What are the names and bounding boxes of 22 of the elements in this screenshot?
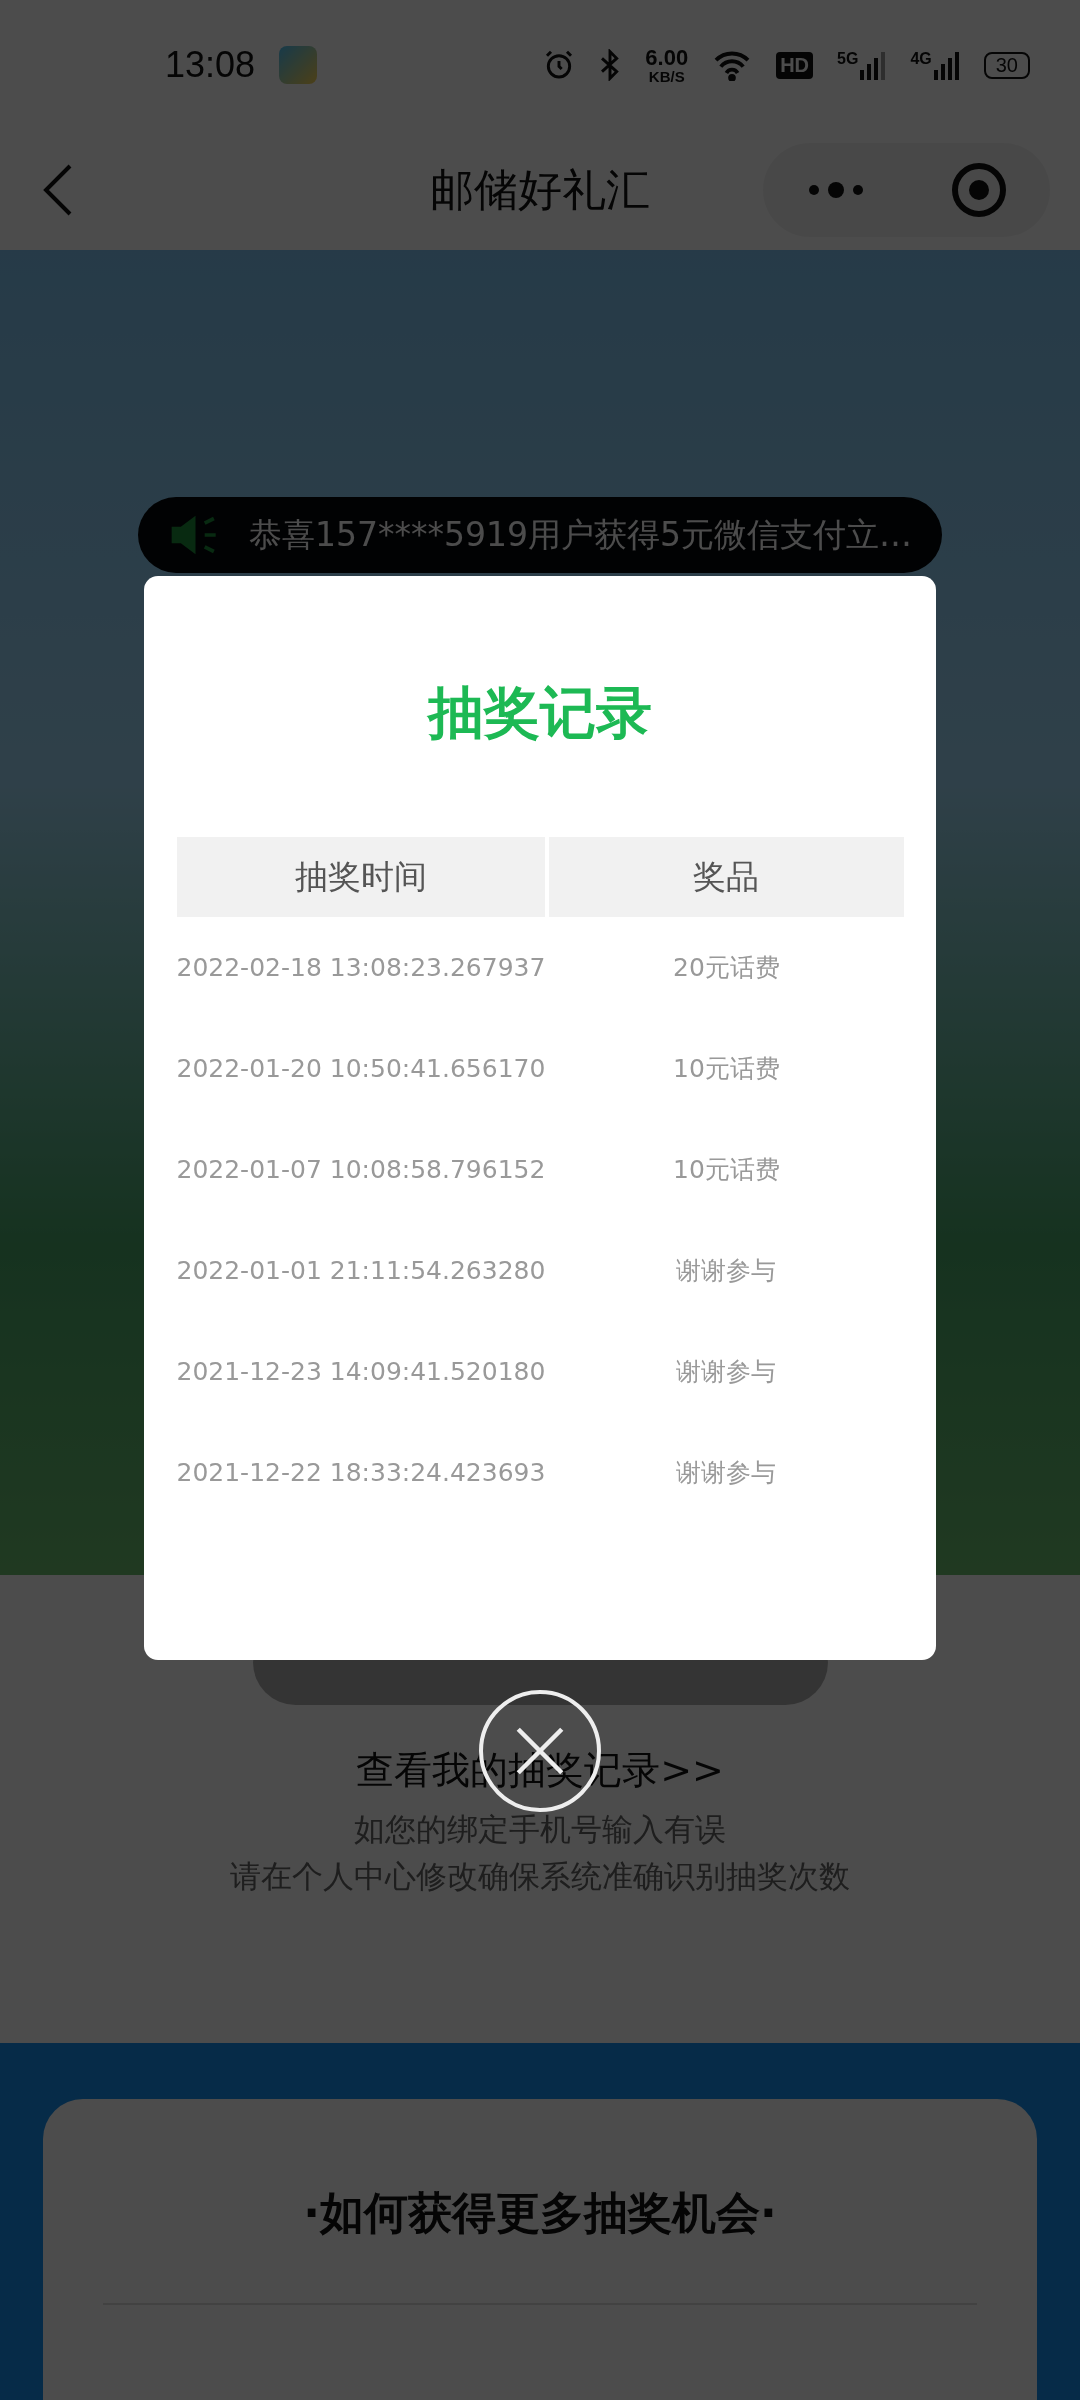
notice-text: 恭喜157****5919用户获得5元微信支付立… <box>249 513 912 556</box>
column-header: 奖品 <box>549 837 904 917</box>
column-header: 抽奖时间 <box>176 837 546 917</box>
table-cell-text: 2022-01-07 10:08:58.796152 <box>176 1154 546 1186</box>
table-cell-text: 谢谢参与 <box>675 1356 778 1388</box>
status-time: 13:08 <box>165 44 256 86</box>
table-cell-text: 谢谢参与 <box>675 1255 778 1287</box>
network-type-label: 4G <box>910 50 932 68</box>
table-cell-text: 谢谢参与 <box>675 1457 778 1489</box>
table-cell-text: 2022-02-18 13:08:23.267937 <box>176 952 546 984</box>
table-cell-text: 2021-12-23 14:09:41.520180 <box>176 1356 546 1388</box>
section-title: ·如何获得更多抽奖机会· <box>303 2186 777 2240</box>
page-title: 邮储好礼汇 <box>429 162 651 217</box>
table-cell-text: 20元话费 <box>672 952 781 984</box>
table-cell-text: 10元话费 <box>672 1053 781 1085</box>
network-speed: 6.00 KB/S <box>645 46 689 84</box>
dialog-title: 抽奖记录 <box>428 679 652 747</box>
table-cell-text: 2022-01-01 21:11:54.263280 <box>176 1255 546 1287</box>
network-type-label: 5G <box>837 50 859 68</box>
table-cell-text: 2022-01-20 10:50:41.656170 <box>176 1053 546 1085</box>
table-cell-text: 2021-12-22 18:33:24.423693 <box>176 1457 546 1489</box>
table-cell-text: 10元话费 <box>672 1154 781 1186</box>
